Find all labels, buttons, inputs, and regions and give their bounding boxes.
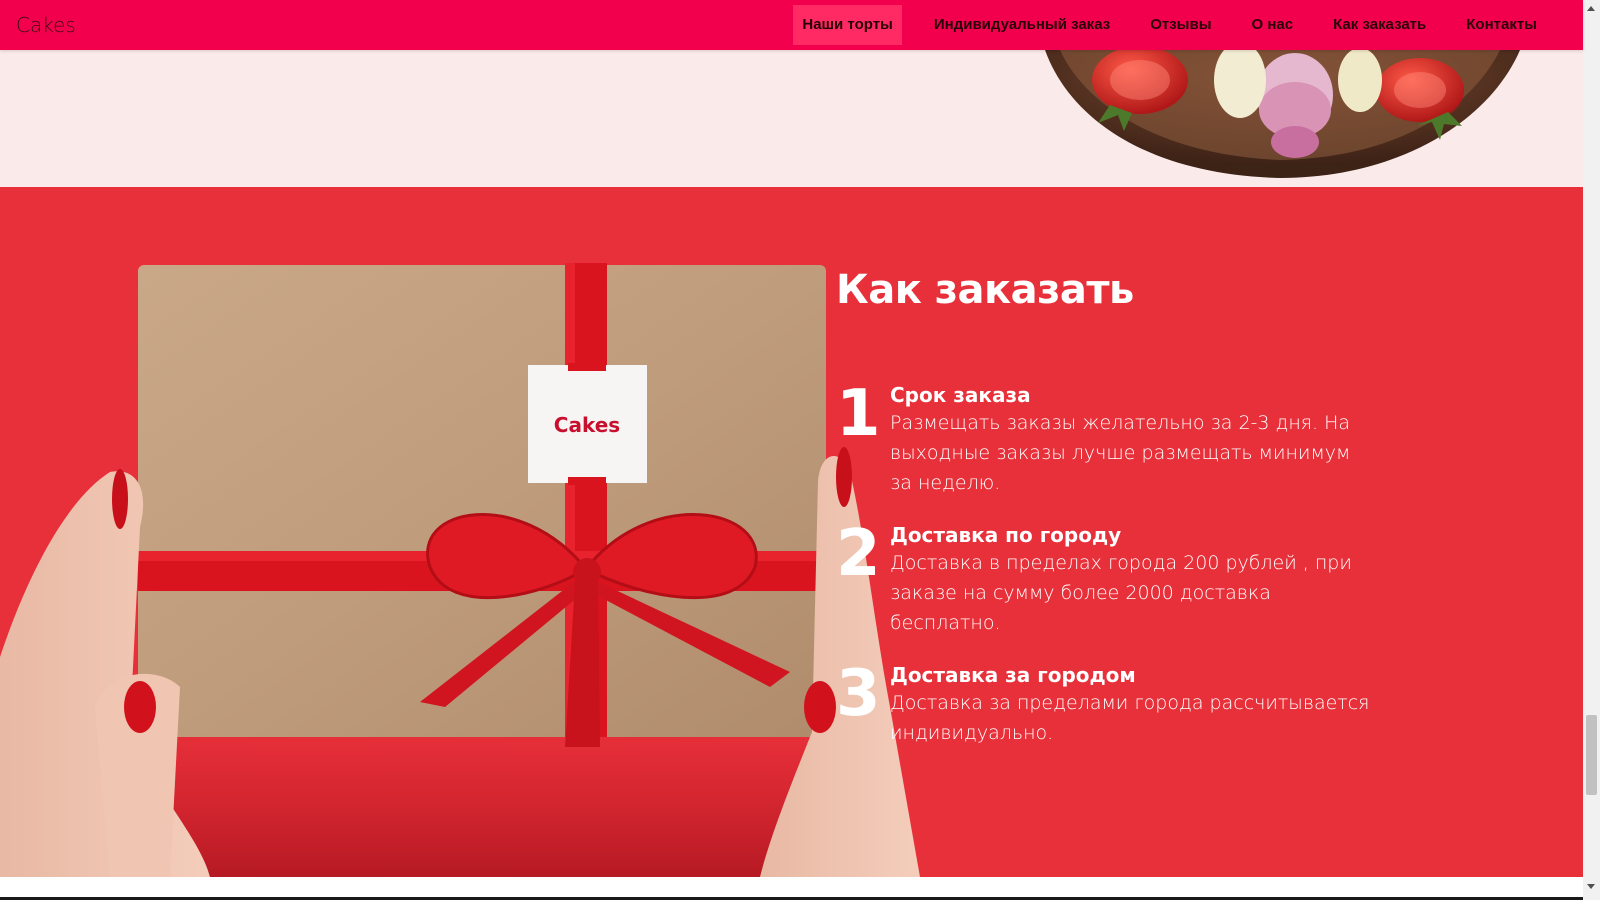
step-text: Размещать заказы желательно за 2-3 дня. …	[890, 412, 1351, 494]
step-title: Доставка за городом	[890, 663, 1136, 687]
nav-item-about[interactable]: О нас	[1232, 5, 1314, 45]
step-title: Доставка по городу	[890, 523, 1122, 547]
scroll-up-arrow-icon[interactable]	[1587, 6, 1595, 11]
step-title: Срок заказа	[890, 383, 1031, 407]
nav-item-how-to-order[interactable]: Как заказать	[1313, 5, 1446, 45]
nav-item-our-cakes[interactable]: Наши торты	[793, 5, 902, 45]
navbar: Cakes Наши торты Индивидуальный заказ От…	[0, 0, 1583, 50]
nav-item-custom-order[interactable]: Индивидуальный заказ	[914, 5, 1130, 45]
how-to-order-section: Cakes Как заказать 1 Срок заказа Размеща…	[0, 187, 1583, 877]
step-number: 1	[836, 377, 881, 451]
cakes-section-bottom	[0, 50, 1583, 187]
brand-logo[interactable]: Cakes	[16, 13, 76, 37]
step-text: Доставка за пределами города рассчитывае…	[890, 692, 1370, 744]
step-number: 2	[836, 517, 881, 591]
cake-image	[1045, 50, 1520, 178]
gift-tag-label: Cakes	[554, 413, 620, 437]
section-title: Как заказать	[836, 267, 1134, 313]
vertical-scrollbar[interactable]	[1583, 0, 1600, 900]
scrollbar-thumb[interactable]	[1586, 715, 1597, 795]
scroll-down-arrow-icon[interactable]	[1587, 884, 1595, 889]
nav-menu: Наши торты Индивидуальный заказ Отзывы О…	[793, 5, 1557, 45]
step-number: 3	[836, 657, 881, 731]
step-text: Доставка в пределах города 200 рублей , …	[890, 552, 1352, 634]
nav-item-contacts[interactable]: Контакты	[1446, 5, 1557, 45]
nav-item-reviews[interactable]: Отзывы	[1130, 5, 1231, 45]
